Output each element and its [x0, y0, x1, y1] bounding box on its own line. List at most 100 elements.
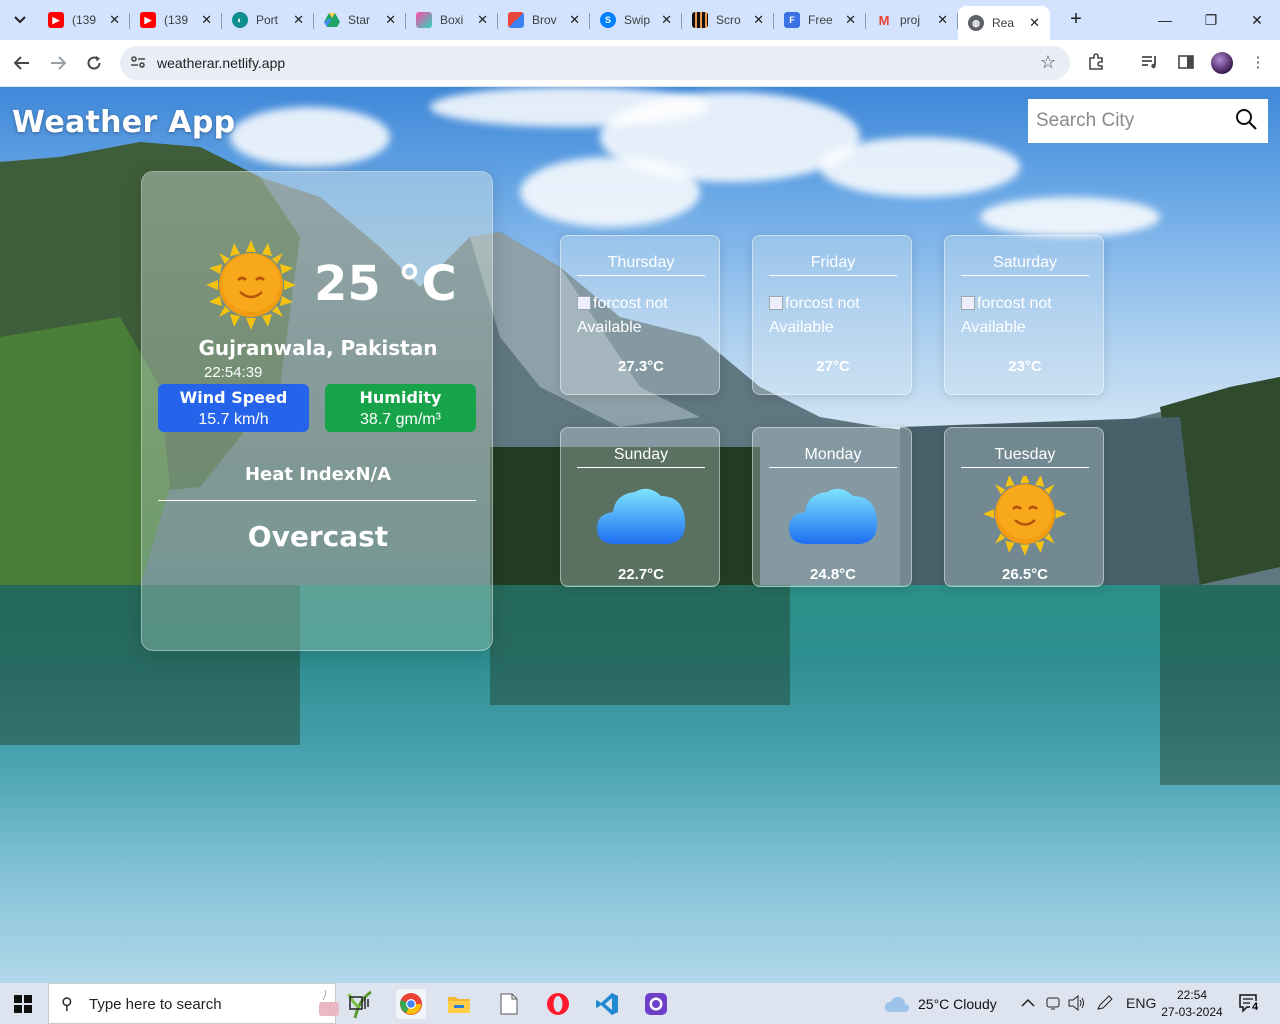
minimize-button[interactable]: — — [1153, 8, 1177, 32]
forward-button[interactable] — [45, 50, 71, 76]
close-icon[interactable]: ✕ — [569, 12, 580, 28]
boxicons-icon — [416, 12, 432, 28]
taskbar-search-text: Type here to search — [89, 996, 222, 1013]
file-explorer-taskbar-app[interactable] — [444, 989, 474, 1019]
search-button[interactable] — [1234, 107, 1262, 135]
window-close-button[interactable]: ✕ — [1245, 8, 1269, 32]
close-icon[interactable]: ✕ — [661, 12, 672, 28]
browser-tab[interactable]: ▶ (139 ✕ — [130, 6, 222, 34]
notepad-taskbar-app[interactable] — [494, 989, 524, 1019]
close-icon[interactable]: ✕ — [293, 12, 304, 28]
start-button[interactable] — [14, 995, 32, 1013]
search-icon: ⚲ — [61, 996, 73, 1013]
arrow-right-icon — [51, 56, 66, 70]
vscode-icon — [596, 993, 618, 1015]
browser-tab[interactable]: ▶ (139 ✕ — [38, 6, 130, 34]
notification-count: 4 — [1250, 1001, 1261, 1013]
windows-icon — [14, 995, 32, 1013]
more-menu-icon[interactable]: ⋮ — [1247, 51, 1269, 73]
browser-tab[interactable]: Brov ✕ — [498, 6, 590, 34]
arrow-left-icon — [14, 56, 29, 70]
tab-title: Star — [348, 13, 371, 27]
forecast-temp: 24.8°C — [809, 566, 857, 583]
document-icon — [500, 993, 518, 1015]
chevron-down-icon — [14, 16, 26, 24]
broken-image-icon — [577, 296, 591, 310]
taskbar: ⚲ Type here to search 25°C Cloudy ENG 22… — [0, 983, 1280, 1024]
heat-index: Heat IndexN/A — [244, 464, 392, 485]
search-icon — [1236, 109, 1257, 130]
close-icon[interactable]: ✕ — [937, 12, 948, 28]
pen-icon[interactable] — [1096, 995, 1114, 1014]
browser-tab[interactable]: Boxi ✕ — [406, 6, 498, 34]
reload-button[interactable] — [81, 50, 107, 76]
cloud-icon — [884, 996, 910, 1012]
url-text: weatherar.netlify.app — [157, 55, 286, 71]
forecast-temp: 27°C — [816, 358, 850, 375]
tab-strip: ▶ (139 ✕ ▶ (139 ✕ ◐ Port ✕ Star ✕ Boxi ✕ — [38, 6, 1050, 40]
close-icon[interactable]: ✕ — [385, 12, 396, 28]
close-icon[interactable]: ✕ — [477, 12, 488, 28]
cloud-icon — [789, 488, 878, 544]
local-time: 22:54:39 — [204, 364, 263, 381]
new-tab-button[interactable]: + — [1066, 9, 1086, 29]
forms-icon: F — [784, 12, 800, 28]
site-settings-icon[interactable] — [130, 55, 146, 71]
tab-title: (139 — [72, 13, 97, 27]
tab-title: Free — [808, 13, 833, 27]
browser-tab-active[interactable]: ◍ Rea ✕ — [958, 6, 1050, 40]
notification-center-button[interactable]: 4 — [1238, 993, 1261, 1013]
task-view-button[interactable] — [344, 989, 374, 1019]
forecast-temp: 27.3°C — [617, 358, 665, 375]
vscode-taskbar-app[interactable] — [592, 989, 622, 1019]
tab-search-button[interactable] — [6, 7, 34, 33]
forecast-temp: 23°C — [1008, 358, 1042, 375]
app-title: Weather App — [12, 105, 236, 140]
taskbar-weather[interactable]: 25°C Cloudy — [884, 995, 997, 1013]
meet-now-icon[interactable] — [1045, 995, 1061, 1014]
browser-tab[interactable]: F Free ✕ — [774, 6, 866, 34]
close-icon[interactable]: ✕ — [845, 12, 856, 28]
profile-avatar[interactable] — [1211, 52, 1233, 74]
browse-icon — [508, 12, 524, 28]
tab-title: (139 — [164, 13, 189, 27]
close-icon[interactable]: ✕ — [109, 12, 120, 28]
side-panel-icon[interactable] — [1175, 51, 1197, 73]
chrome-taskbar-app[interactable] — [396, 989, 426, 1019]
close-icon[interactable]: ✕ — [753, 12, 764, 28]
taskbar-search[interactable]: ⚲ Type here to search — [48, 983, 372, 1024]
taskbar-date: 27-03-2024 — [1161, 1005, 1223, 1019]
browser-tab[interactable]: Star ✕ — [314, 6, 406, 34]
address-bar[interactable]: weatherar.netlify.app ☆ — [120, 46, 1070, 80]
github-desktop-taskbar-app[interactable] — [641, 989, 671, 1019]
opera-taskbar-app[interactable] — [543, 989, 573, 1019]
media-control-icon[interactable] — [1139, 51, 1161, 73]
google-drive-icon — [324, 12, 340, 28]
folder-icon — [448, 997, 470, 1013]
forecast-card: Tuesday 26.5°C — [944, 427, 1104, 587]
browser-tab[interactable]: S Swip ✕ — [590, 6, 682, 34]
input-language[interactable]: ENG — [1126, 995, 1156, 1011]
back-button[interactable] — [9, 50, 35, 76]
humidity-value: 38.7 gm/m³ — [360, 411, 441, 428]
taskbar-weather-text: 25°C Cloudy — [918, 996, 997, 1012]
browser-tab-bar: ▶ (139 ✕ ▶ (139 ✕ ◐ Port ✕ Star ✕ Boxi ✕ — [0, 0, 1280, 40]
browser-tab[interactable]: M proj ✕ — [866, 6, 958, 34]
wind-speed-label: Wind Speed — [179, 388, 288, 407]
bookmark-star-icon[interactable]: ☆ — [1040, 52, 1056, 73]
taskbar-clock[interactable]: 22:54 27-03-2024 — [1158, 987, 1226, 1021]
lake-reflection — [490, 585, 790, 705]
chevron-up-icon[interactable] — [1021, 995, 1035, 1011]
taskbar-time: 22:54 — [1176, 988, 1208, 1002]
speaker-icon[interactable] — [1068, 994, 1086, 1014]
city-search-input[interactable] — [1028, 99, 1228, 143]
swiper-icon: S — [600, 12, 616, 28]
close-icon[interactable]: ✕ — [201, 12, 212, 28]
close-icon[interactable]: ✕ — [1029, 15, 1040, 31]
forecast-card: Thursday forcost not Available 27.3°C — [560, 235, 720, 395]
restore-button[interactable]: ❐ — [1199, 8, 1223, 32]
browser-tab[interactable]: Scro ✕ — [682, 6, 774, 34]
browser-tab[interactable]: ◐ Port ✕ — [222, 6, 314, 34]
youtube-icon: ▶ — [140, 12, 156, 28]
extensions-icon[interactable] — [1085, 51, 1107, 73]
